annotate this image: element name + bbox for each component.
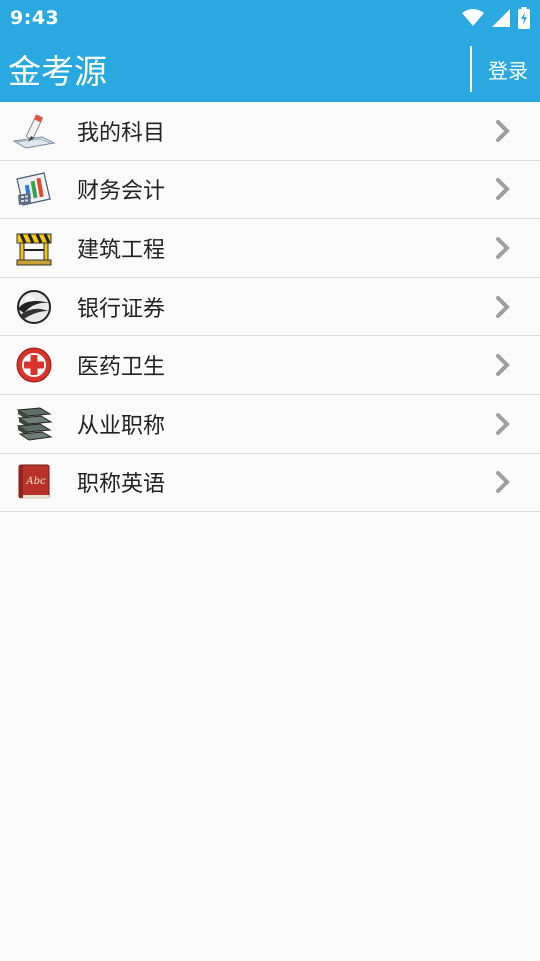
svg-text:Abc: Abc [25, 476, 46, 487]
menu-item-label: 财务会计 [77, 179, 166, 205]
status-icons [462, 7, 530, 29]
signal-icon [492, 9, 510, 27]
menu-item-professional-english[interactable]: Abc 职称英语 [0, 453, 540, 513]
globe-swoosh-icon [12, 285, 56, 329]
app-bar: 金考源 登录 [0, 36, 540, 102]
menu-item-banking-securities[interactable]: 银行证券 [0, 277, 540, 337]
construction-barrier-icon [12, 226, 56, 270]
pencil-notebook-icon [12, 109, 56, 153]
app-bar-divider [470, 46, 472, 92]
chevron-right-icon [496, 412, 510, 435]
book-stack-icon [12, 402, 56, 446]
battery-icon [518, 7, 530, 29]
chevron-right-icon [496, 471, 510, 494]
menu-item-professional-titles[interactable]: 从业职称 [0, 394, 540, 454]
chevron-right-icon [496, 295, 510, 318]
menu-item-label: 医药卫生 [77, 355, 166, 381]
status-time: 9:43 [10, 7, 60, 29]
menu-item-finance-accounting[interactable]: 财务会计 [0, 160, 540, 220]
menu-item-label: 从业职称 [77, 413, 166, 439]
login-button[interactable]: 登录 [488, 36, 540, 102]
menu-item-label: 建筑工程 [77, 237, 166, 263]
category-list: 我的科目 财务会计 建筑工程 银行证券 医药卫生 从业职称 Abc 职称英语 [0, 102, 540, 513]
app-title: 金考源 [8, 52, 107, 91]
chevron-right-icon [496, 178, 510, 201]
menu-item-label: 我的科目 [77, 120, 166, 146]
medical-cross-icon [12, 343, 56, 387]
chevron-right-icon [496, 354, 510, 377]
menu-item-label: 银行证券 [77, 296, 166, 322]
menu-item-medicine-health[interactable]: 医药卫生 [0, 336, 540, 395]
abc-book-icon: Abc [12, 460, 56, 504]
menu-item-my-subjects[interactable]: 我的科目 [0, 102, 540, 161]
menu-item-construction[interactable]: 建筑工程 [0, 219, 540, 278]
wifi-icon [462, 9, 484, 26]
chevron-right-icon [496, 236, 510, 259]
chart-calculator-icon [12, 167, 56, 211]
status-bar: 9:43 [0, 0, 540, 36]
menu-item-label: 职称英语 [77, 472, 166, 498]
chevron-right-icon [496, 119, 510, 142]
